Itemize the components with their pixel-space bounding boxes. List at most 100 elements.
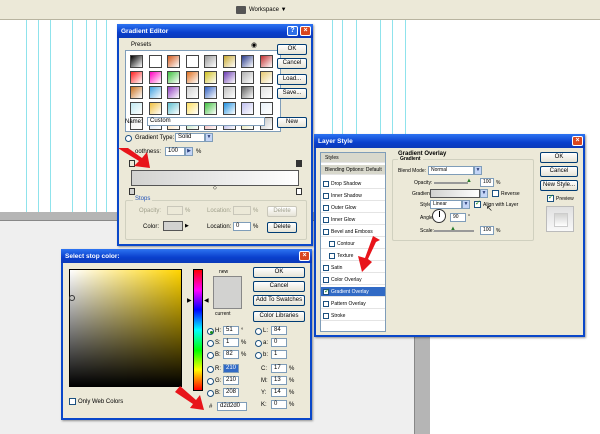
opacity-slider[interactable] bbox=[434, 182, 468, 184]
a-field[interactable]: 0 bbox=[271, 338, 287, 347]
b-field[interactable]: 82 bbox=[223, 350, 239, 359]
reverse-checkbox[interactable] bbox=[492, 190, 499, 197]
preset-swatch[interactable] bbox=[241, 86, 254, 99]
style-checkbox[interactable] bbox=[323, 300, 329, 307]
r-field[interactable]: 210 bbox=[223, 364, 239, 373]
chevron-down-icon[interactable]: ▼ bbox=[462, 200, 470, 209]
save-button[interactable]: Save... bbox=[277, 88, 307, 99]
chevron-down-icon[interactable]: ▼ bbox=[474, 166, 482, 175]
preset-swatch[interactable] bbox=[259, 55, 273, 68]
hex-field[interactable]: d2d2d0 bbox=[217, 402, 247, 411]
style-list-item[interactable]: Bevel and Emboss bbox=[321, 227, 385, 237]
r-radio[interactable] bbox=[207, 366, 214, 373]
preset-swatch[interactable] bbox=[130, 86, 143, 99]
preset-swatch[interactable] bbox=[167, 101, 180, 115]
style-checkbox[interactable] bbox=[323, 216, 329, 223]
hue-slider-right-icon[interactable]: ◀ bbox=[204, 297, 209, 304]
preset-swatch[interactable] bbox=[204, 55, 217, 68]
midpoint-icon[interactable]: ◇ bbox=[213, 185, 217, 191]
preset-swatch[interactable] bbox=[204, 86, 217, 99]
g-radio[interactable] bbox=[207, 378, 214, 385]
h-radio[interactable] bbox=[207, 328, 214, 335]
new-button[interactable]: New bbox=[277, 117, 307, 128]
preset-swatch[interactable] bbox=[204, 70, 217, 84]
b2-radio[interactable] bbox=[207, 390, 214, 397]
ok-button[interactable]: OK bbox=[277, 44, 307, 55]
preset-swatch[interactable] bbox=[241, 101, 254, 115]
blend-mode-select[interactable]: Normal bbox=[428, 166, 474, 175]
style-list-item[interactable]: Contour bbox=[321, 239, 385, 249]
chevron-right-icon[interactable]: ▶ bbox=[185, 147, 193, 156]
align-with-layer-checkbox[interactable] bbox=[474, 199, 481, 208]
preset-swatch[interactable] bbox=[167, 70, 180, 84]
load-button[interactable]: Load... bbox=[277, 74, 307, 85]
style-list-item[interactable]: Inner Glow bbox=[321, 215, 385, 225]
style-select[interactable]: Linear bbox=[430, 200, 462, 209]
k-field[interactable]: 0 bbox=[271, 400, 287, 409]
stop-color-swatch[interactable] bbox=[163, 221, 183, 231]
style-list-item[interactable]: Styles bbox=[321, 153, 385, 163]
close-icon[interactable]: × bbox=[300, 26, 311, 36]
location2-field[interactable]: 0 bbox=[233, 222, 251, 231]
preset-swatch[interactable] bbox=[148, 86, 162, 99]
color-stop-left[interactable] bbox=[129, 188, 135, 195]
add-to-swatches-button[interactable]: Add To Swatches bbox=[253, 295, 305, 306]
style-checkbox[interactable] bbox=[323, 192, 329, 199]
preset-swatch[interactable] bbox=[130, 101, 143, 115]
preset-swatch[interactable] bbox=[185, 55, 199, 68]
new-style-button[interactable]: New Style... bbox=[540, 180, 578, 191]
name-field[interactable]: Custom bbox=[147, 117, 265, 126]
gradient-editor-titlebar[interactable]: Gradient Editor ? × bbox=[117, 24, 313, 38]
style-list-item[interactable]: Satin bbox=[321, 263, 385, 273]
b-radio[interactable] bbox=[207, 352, 214, 359]
preset-swatch[interactable] bbox=[130, 55, 143, 68]
style-checkbox[interactable] bbox=[323, 287, 330, 297]
presets-menu-icon[interactable]: ◉ bbox=[251, 41, 257, 49]
opacity-stop-left[interactable] bbox=[129, 160, 135, 167]
l-field[interactable]: 84 bbox=[271, 326, 287, 335]
a-radio[interactable] bbox=[255, 340, 262, 347]
only-web-colors-checkbox[interactable] bbox=[69, 398, 76, 405]
close-icon[interactable]: × bbox=[572, 136, 583, 146]
preset-swatch[interactable] bbox=[241, 55, 254, 68]
style-checkbox[interactable] bbox=[323, 264, 329, 271]
saturation-brightness-field[interactable] bbox=[69, 269, 182, 387]
style-list-item[interactable]: Drop Shadow bbox=[321, 179, 385, 189]
bb-field[interactable]: 1 bbox=[271, 350, 287, 359]
preset-swatch[interactable] bbox=[222, 70, 236, 84]
g-field[interactable]: 210 bbox=[223, 376, 239, 385]
chevron-down-icon[interactable]: ▼ bbox=[205, 133, 213, 142]
color-picker-titlebar[interactable]: Select stop color: × bbox=[61, 249, 312, 263]
style-list-item[interactable]: Inner Shadow bbox=[321, 191, 385, 201]
style-checkbox[interactable] bbox=[329, 252, 335, 259]
opacity-field[interactable]: 100 bbox=[480, 178, 494, 187]
gradient-preview-bar[interactable] bbox=[131, 170, 299, 186]
scale-field[interactable]: 100 bbox=[480, 226, 494, 235]
ok-button[interactable]: OK bbox=[540, 152, 578, 163]
preset-swatch[interactable] bbox=[259, 101, 273, 115]
preset-swatch[interactable] bbox=[185, 86, 199, 99]
style-checkbox[interactable] bbox=[323, 180, 329, 187]
preview-checkbox[interactable] bbox=[547, 193, 554, 202]
preset-swatch[interactable] bbox=[148, 70, 162, 84]
hue-slider-left-icon[interactable]: ▶ bbox=[187, 297, 192, 304]
preset-swatch[interactable] bbox=[167, 55, 180, 68]
s-field[interactable]: 1 bbox=[223, 338, 239, 347]
b2-field[interactable]: 208 bbox=[223, 388, 239, 397]
style-list-item[interactable]: Blending Options: Default bbox=[321, 165, 385, 175]
cancel-button[interactable]: Cancel bbox=[540, 166, 578, 177]
hue-slider[interactable] bbox=[193, 269, 203, 391]
style-checkbox[interactable] bbox=[323, 312, 329, 319]
c-field[interactable]: 17 bbox=[271, 364, 287, 373]
s-radio[interactable] bbox=[207, 340, 214, 347]
layer-style-titlebar[interactable]: Layer Style × bbox=[314, 134, 585, 148]
close-icon[interactable]: × bbox=[299, 251, 310, 261]
style-list-item[interactable]: Texture bbox=[321, 251, 385, 261]
preset-swatch[interactable] bbox=[259, 86, 273, 99]
preset-swatch[interactable] bbox=[204, 101, 217, 115]
preset-swatch[interactable] bbox=[148, 101, 162, 115]
ok-button[interactable]: OK bbox=[253, 267, 305, 278]
delete-color-button[interactable]: Delete bbox=[267, 222, 297, 233]
preset-swatch[interactable] bbox=[222, 101, 236, 115]
style-list-item[interactable]: Color Overlay bbox=[321, 275, 385, 285]
